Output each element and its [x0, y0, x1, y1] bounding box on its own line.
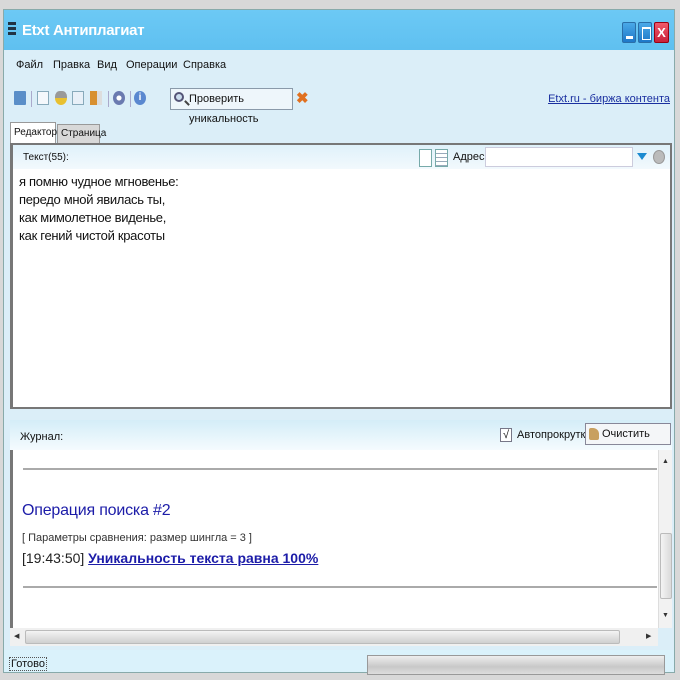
- status-bar: Готово: [4, 650, 674, 675]
- paste-icon[interactable]: [90, 91, 102, 105]
- stop-icon[interactable]: ✖: [296, 91, 309, 106]
- address-input[interactable]: [485, 147, 633, 167]
- log-horizontal-scrollbar[interactable]: ◀ ▶: [10, 628, 658, 646]
- toolbar-separator: [108, 91, 109, 107]
- uniqueness-result-link[interactable]: Уникальность текста равна 100%: [88, 550, 318, 566]
- menu-help[interactable]: Справка: [183, 59, 226, 71]
- horizontal-scroll-thumb[interactable]: [25, 630, 620, 644]
- go-icon[interactable]: [653, 150, 665, 164]
- clear-log-button[interactable]: Очистить журнал: [585, 423, 671, 460]
- close-button[interactable]: X: [654, 22, 669, 43]
- log-header: Журнал: √ Автопрокрутка Очистить журнал: [10, 420, 672, 460]
- cut-icon[interactable]: [55, 91, 67, 105]
- new-document-icon[interactable]: [37, 91, 49, 105]
- magnifier-icon: [174, 92, 184, 102]
- menu-bar: Файл Правка Вид Операции Справка: [4, 54, 674, 76]
- divider: [23, 586, 657, 588]
- app-icon: [8, 22, 16, 39]
- result-line: [19:43:50] Уникальность текста равна 100…: [22, 550, 318, 566]
- editor-label: Текст(55):: [23, 152, 69, 163]
- menu-file[interactable]: Файл: [16, 59, 43, 71]
- editor-header: Текст(55): Адрес:: [13, 145, 670, 169]
- menu-operations[interactable]: Операции: [126, 59, 177, 71]
- address-label: Адрес:: [453, 151, 488, 163]
- status-text: Готово: [9, 657, 47, 671]
- scroll-left-icon[interactable]: ◀: [14, 632, 19, 640]
- log-label: Журнал:: [20, 431, 64, 443]
- tab-page[interactable]: Страница: [57, 124, 106, 143]
- open-folder-icon[interactable]: [14, 91, 26, 105]
- scroll-down-icon[interactable]: ▼: [662, 612, 669, 619]
- check-uniqueness-button[interactable]: Проверить уникальность: [170, 88, 293, 125]
- etxt-site-link[interactable]: Etxt.ru - биржа контента: [548, 93, 670, 105]
- menu-edit[interactable]: Правка: [53, 59, 90, 71]
- copy-icon[interactable]: [72, 91, 84, 105]
- log-panel: Операция поиска #2 [ Параметры сравнения…: [10, 450, 672, 628]
- toolbar-separator: [130, 91, 131, 107]
- minimize-button[interactable]: [622, 22, 636, 43]
- editor-panel: Текст(55): Адрес: я помню чудное мгновен…: [10, 143, 672, 409]
- scroll-right-icon[interactable]: ▶: [646, 632, 651, 640]
- comparison-params: [ Параметры сравнения: размер шингла = 3…: [22, 532, 252, 544]
- tab-editor[interactable]: Редактор: [10, 122, 57, 144]
- autoscroll-label: Автопрокрутка: [517, 429, 592, 441]
- divider: [23, 468, 657, 470]
- broom-icon: [589, 428, 599, 440]
- single-view-icon[interactable]: [419, 149, 432, 167]
- app-window: Etxt Антиплагиат X Файл Правка Вид Опера…: [3, 9, 675, 675]
- vertical-scroll-thumb[interactable]: [660, 533, 672, 599]
- settings-icon[interactable]: [113, 91, 125, 105]
- filter-icon[interactable]: [637, 153, 647, 160]
- progress-bar: [367, 655, 665, 675]
- list-view-icon[interactable]: [435, 149, 448, 167]
- scroll-up-icon[interactable]: ▲: [662, 458, 669, 465]
- maximize-button[interactable]: [638, 22, 652, 43]
- result-timestamp: [19:43:50]: [22, 550, 85, 566]
- autoscroll-checkbox[interactable]: √: [500, 428, 512, 442]
- title-bar[interactable]: Etxt Антиплагиат X: [4, 10, 674, 50]
- info-icon[interactable]: i: [134, 91, 146, 105]
- text-editor[interactable]: я помню чудное мгновенье: передо мной яв…: [19, 173, 179, 245]
- toolbar: i Проверить уникальность ✖ Etxt.ru - бир…: [4, 87, 674, 125]
- check-uniqueness-label: Проверить уникальность: [189, 93, 259, 125]
- menu-view[interactable]: Вид: [97, 59, 117, 71]
- operation-title: Операция поиска #2: [22, 502, 171, 519]
- log-vertical-scrollbar[interactable]: ▲ ▼: [658, 450, 672, 628]
- toolbar-separator: [31, 91, 32, 107]
- window-title: Etxt Антиплагиат: [22, 22, 145, 39]
